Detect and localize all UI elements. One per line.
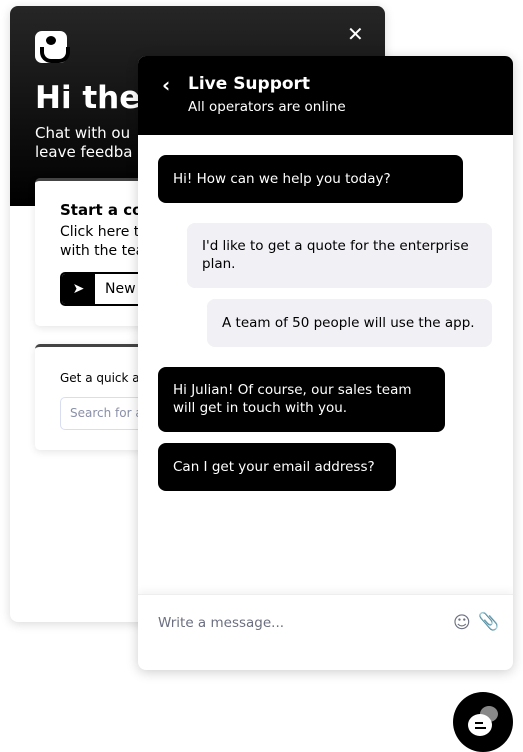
chat-panel: ‹ Live Support All operators are online … [138,56,513,670]
chat-launcher-button[interactable] [453,692,513,752]
message-input[interactable]: Write a message... [158,615,284,631]
message-composer[interactable]: Write a message... ☺ 📎 [138,594,513,670]
close-icon[interactable]: ✕ [347,22,364,46]
quick-answer-label: Get a quick a [60,371,140,385]
message-user: A team of 50 people will use the app. [207,299,492,347]
paper-plane-icon: ➤ [62,274,95,304]
card-title: Start a co [60,201,143,219]
chat-title: Live Support [188,74,311,94]
logo-icon [35,31,70,63]
chat-bubble-icon [468,714,492,736]
home-subtitle: Chat with ou leave feedba [35,124,133,161]
chat-status: All operators are online [188,99,346,115]
card-description: Click here t with the tea [60,224,145,259]
message-operator: Hi! How can we help you today? [158,155,463,203]
message-operator: Hi Julian! Of course, our sales team wil… [158,367,445,432]
paperclip-icon[interactable]: 📎 [478,612,499,632]
message-user: I'd like to get a quote for the enterpri… [187,223,492,288]
chat-header: ‹ Live Support All operators are online [138,56,513,135]
back-chevron-icon[interactable]: ‹ [162,73,170,97]
message-operator: Can I get your email address? [158,443,396,491]
emoji-icon[interactable]: ☺ [453,613,471,633]
